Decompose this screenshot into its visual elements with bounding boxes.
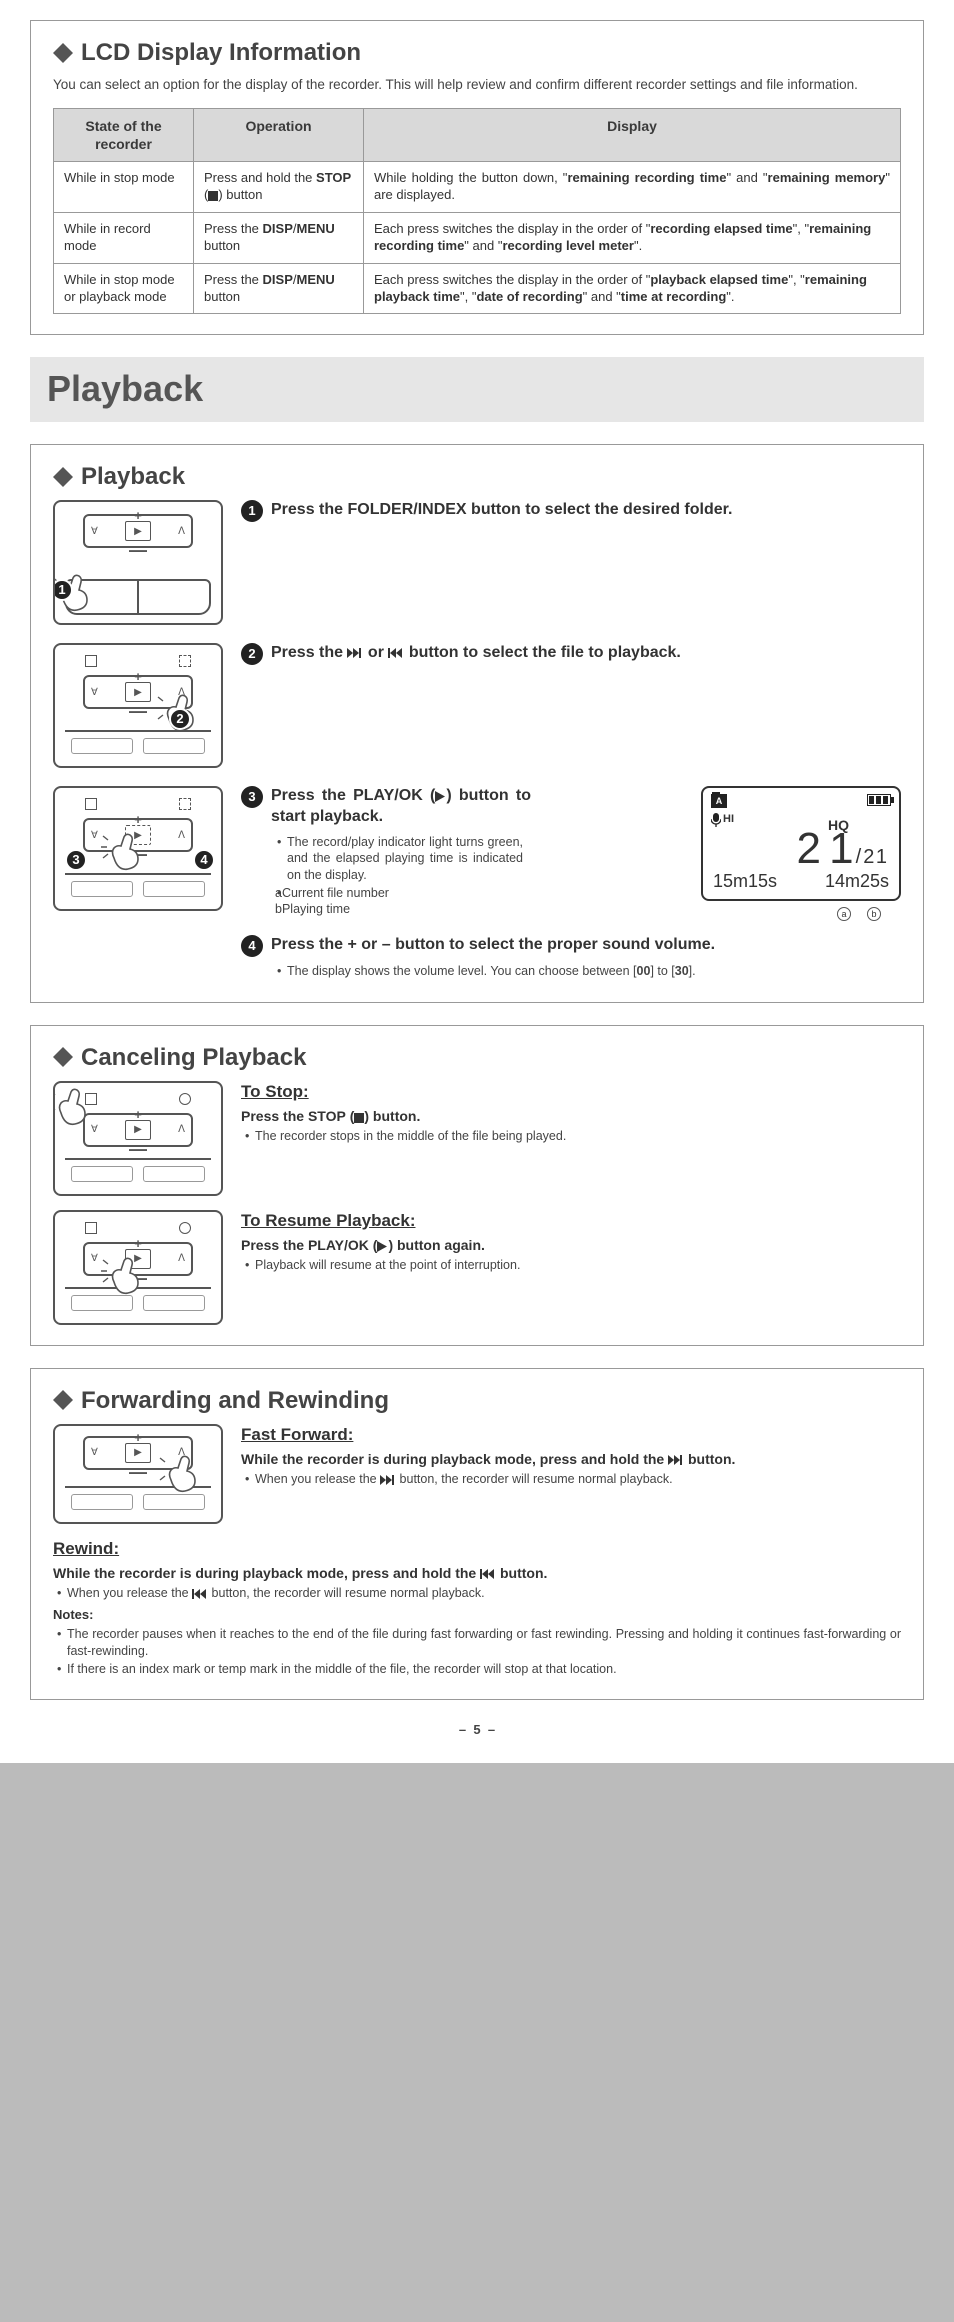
sub-heading: To Stop:: [241, 1081, 901, 1103]
device-illustration: + ꓯ ▶ ꓥ —: [53, 1210, 223, 1325]
step-text: Press the PLAY/OK () button to start pla…: [271, 786, 531, 828]
elapsed-time: 15m15s: [713, 870, 777, 893]
step-text: Press the + or – button to select the pr…: [271, 935, 901, 956]
section-title: Canceling Playback: [81, 1042, 306, 1073]
prev-icon: [388, 648, 404, 659]
section-title: Playback: [81, 461, 185, 492]
sub-heading: To Resume Playback:: [241, 1210, 901, 1232]
display-info-table: State of the recorder Operation Display …: [53, 108, 901, 315]
step-2: + ꓯ ▶ ꓥ — 2 2 Press the or button to sel…: [53, 643, 901, 768]
cell-operation: Press the DISP/MENU button: [194, 263, 364, 314]
forwarding-rewinding-section: Forwarding and Rewinding + ꓯ ▶ ꓥ — Fast …: [30, 1368, 924, 1700]
next-icon: [347, 648, 363, 659]
cell-display: Each press switches the display in the o…: [364, 263, 901, 314]
cell-display: While holding the button down, "remainin…: [364, 162, 901, 213]
to-resume-block: + ꓯ ▶ ꓥ — To Resume Playback: Press the …: [53, 1210, 901, 1325]
page-footer: – 5 –: [30, 1722, 924, 1739]
cell-state: While in stop mode: [54, 162, 194, 213]
notes-label: Notes:: [53, 1607, 901, 1624]
section-title: LCD Display Information: [81, 37, 361, 68]
diamond-icon: [53, 1047, 73, 1067]
rewind-block: Rewind: While the recorder is during pla…: [53, 1538, 901, 1677]
bullet: Playback will resume at the point of int…: [245, 1257, 901, 1273]
folder-badge: A: [711, 794, 727, 808]
callout-4: 4: [193, 849, 215, 871]
canceling-playback-section: Canceling Playback + ꓯ ▶ ꓥ — To Stop: Pr…: [30, 1025, 924, 1346]
play-icon: [377, 1241, 388, 1252]
step-label-a: Current file number: [282, 886, 389, 900]
cell-operation: Press the DISP/MENU button: [194, 212, 364, 263]
cell-state: While in stop mode or playback mode: [54, 263, 194, 314]
next-icon: [668, 1455, 684, 1466]
device-illustration: + ꓯ ▶ ꓥ —: [53, 1081, 223, 1196]
diamond-icon: [53, 467, 73, 487]
diamond-icon: [53, 43, 73, 63]
playback-banner: Playback: [30, 357, 924, 422]
label-circle-b: b: [275, 902, 282, 916]
step-1: + ꓯ ▶ ꓥ — 1 1 Press the FOLDER/INDEX but…: [53, 500, 901, 625]
device-illustration: + ꓯ ▶ ꓥ — 2: [53, 643, 223, 768]
stop-icon: [354, 1113, 364, 1123]
bullet: When you release the button, the recorde…: [245, 1471, 901, 1487]
device-illustration: + ꓯ ▶ ꓥ — 3 4: [53, 786, 223, 911]
to-stop-block: + ꓯ ▶ ꓥ — To Stop: Press the STOP () but…: [53, 1081, 901, 1196]
step-number: 4: [241, 935, 263, 957]
lcd-display-info-section: LCD Display Information You can select a…: [30, 20, 924, 335]
step-text: Press the FOLDER/INDEX button to select …: [271, 500, 901, 521]
table-row: While in stop mode Press and hold the ST…: [54, 162, 901, 213]
bullet: The recorder stops in the middle of the …: [245, 1128, 901, 1144]
next-icon: [380, 1475, 396, 1485]
callout-label-b: b: [867, 907, 881, 921]
fast-forward-block: + ꓯ ▶ ꓥ — Fast Forward: While the record…: [53, 1424, 901, 1524]
cell-operation: Press and hold the STOP () button: [194, 162, 364, 213]
mic-level: HI: [723, 812, 734, 826]
section-intro: You can select an option for the display…: [53, 76, 901, 94]
action-line: Press the STOP () button.: [241, 1107, 901, 1125]
battery-icon: [867, 794, 891, 806]
step-number: 1: [241, 500, 263, 522]
step-3: + ꓯ ▶ ꓥ — 3 4 A HI HQ: [53, 786, 901, 917]
step-number: 2: [241, 643, 263, 665]
cell-state: While in record mode: [54, 212, 194, 263]
note-item: If there is an index mark or temp mark i…: [57, 1661, 901, 1677]
page-number: 5: [473, 1722, 480, 1737]
mic-icon: [711, 813, 721, 827]
section-title: Forwarding and Rewinding: [81, 1385, 389, 1416]
action-line: While the recorder is during playback mo…: [241, 1450, 901, 1468]
play-icon: [435, 791, 446, 802]
col-header-state: State of the recorder: [54, 108, 194, 161]
file-counter: 2 1/2 1: [796, 820, 885, 877]
step-bullet: The display shows the volume level. You …: [277, 963, 901, 979]
step-bullet: The record/play indicator light turns gr…: [277, 834, 523, 883]
table-row: While in stop mode or playback mode Pres…: [54, 263, 901, 314]
callout-3: 3: [65, 849, 87, 871]
prev-icon: [480, 1569, 496, 1580]
sub-heading: Rewind:: [53, 1538, 901, 1560]
step-4: 4 Press the + or – button to select the …: [53, 935, 901, 981]
note-item: The recorder pauses when it reaches to t…: [57, 1626, 901, 1659]
device-illustration: + ꓯ ▶ ꓥ — 1: [53, 500, 223, 625]
col-header-display: Display: [364, 108, 901, 161]
cell-display: Each press switches the display in the o…: [364, 212, 901, 263]
action-line: Press the PLAY/OK () button again.: [241, 1236, 901, 1254]
step-label-b: Playing time: [282, 902, 350, 916]
callout-label-a: a: [837, 907, 851, 921]
step-number: 3: [241, 786, 263, 808]
action-line: While the recorder is during playback mo…: [53, 1564, 901, 1582]
stop-icon: [208, 191, 218, 201]
remaining-time: 14m25s: [825, 870, 889, 893]
diamond-icon: [53, 1390, 73, 1410]
device-illustration: + ꓯ ▶ ꓥ —: [53, 1424, 223, 1524]
lcd-preview: A HI HQ 2 1/2 1 15m15s 14m25s a b: [701, 786, 901, 901]
col-header-operation: Operation: [194, 108, 364, 161]
sub-heading: Fast Forward:: [241, 1424, 901, 1446]
prev-icon: [192, 1589, 208, 1599]
banner-title: Playback: [47, 366, 907, 413]
step-text: Press the or button to select the file t…: [271, 643, 901, 664]
bullet: When you release the button, the recorde…: [57, 1585, 901, 1601]
playback-section: Playback + ꓯ ▶ ꓥ — 1 1 Pres: [30, 444, 924, 1002]
table-row: While in record mode Press the DISP/MENU…: [54, 212, 901, 263]
